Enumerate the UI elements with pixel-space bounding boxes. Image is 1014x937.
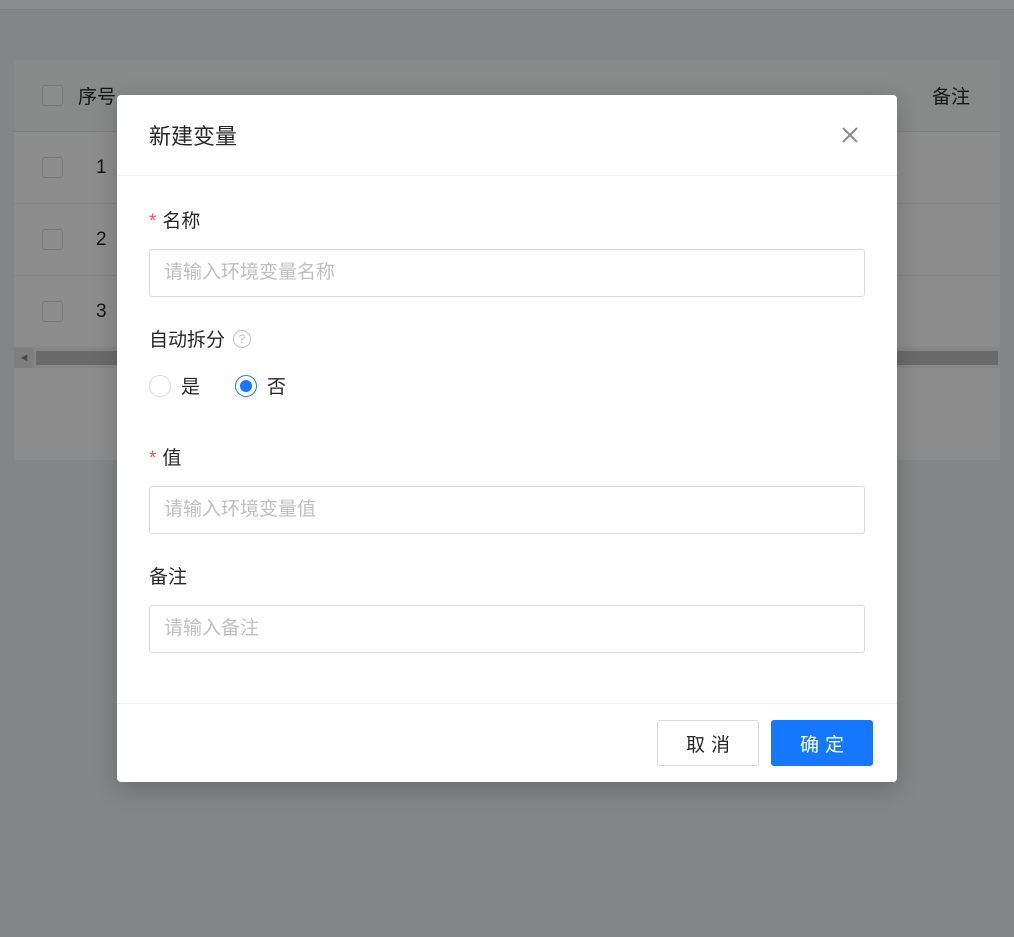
field-auto-split: 自动拆分 ? 是 否 [149, 325, 865, 399]
close-icon[interactable] [835, 120, 865, 150]
radio-no-label: 否 [267, 372, 286, 399]
value-label: 值 [149, 443, 865, 470]
create-variable-modal: 新建变量 名称 自动拆分 ? 是 [117, 95, 897, 782]
modal-overlay: 新建变量 名称 自动拆分 ? 是 [0, 0, 1014, 937]
radio-circle-icon [149, 375, 171, 397]
value-input[interactable] [149, 486, 865, 534]
auto-split-radio-group: 是 否 [149, 372, 865, 399]
radio-no[interactable]: 否 [235, 372, 286, 399]
modal-footer: 取消 确定 [117, 703, 897, 782]
remark-label: 备注 [149, 562, 865, 589]
radio-yes[interactable]: 是 [149, 372, 200, 399]
modal-body: 名称 自动拆分 ? 是 否 [117, 176, 897, 703]
name-label: 名称 [149, 206, 865, 233]
remark-input[interactable] [149, 605, 865, 653]
field-name: 名称 [149, 206, 865, 297]
confirm-button[interactable]: 确定 [771, 720, 873, 766]
help-icon[interactable]: ? [233, 330, 251, 348]
name-input[interactable] [149, 249, 865, 297]
radio-circle-checked-icon [235, 375, 257, 397]
field-remark: 备注 [149, 562, 865, 653]
radio-yes-label: 是 [181, 372, 200, 399]
modal-title: 新建变量 [149, 119, 237, 151]
auto-split-label: 自动拆分 [149, 325, 225, 352]
field-value: 值 [149, 443, 865, 534]
modal-header: 新建变量 [117, 95, 897, 176]
cancel-button[interactable]: 取消 [657, 720, 759, 766]
